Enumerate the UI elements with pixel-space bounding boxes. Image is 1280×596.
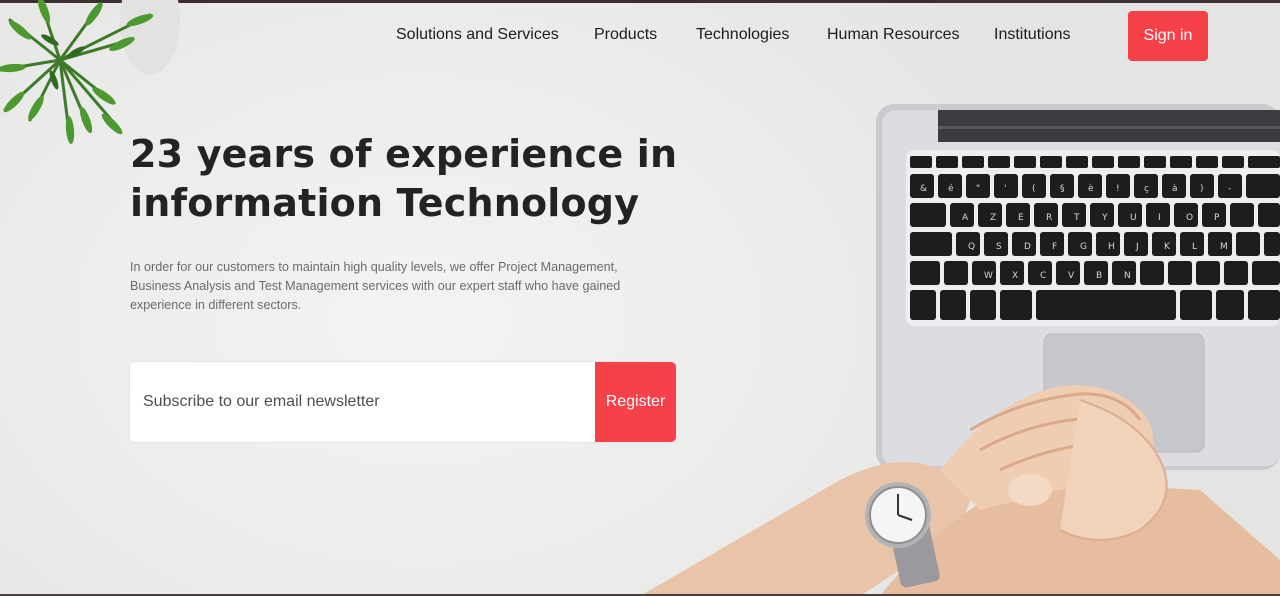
- svg-text:G: G: [1080, 242, 1087, 252]
- svg-text:J: J: [1135, 242, 1139, 252]
- svg-text:M: M: [1220, 242, 1228, 252]
- svg-text:": ": [976, 184, 980, 194]
- svg-text:ç: ç: [1144, 184, 1149, 194]
- svg-text:à: à: [1172, 184, 1178, 194]
- svg-text:!: !: [1116, 184, 1120, 194]
- svg-text:R: R: [1046, 213, 1052, 223]
- sign-in-button[interactable]: Sign in: [1128, 11, 1208, 61]
- svg-text:A: A: [962, 213, 969, 223]
- hands-with-watch-illustration: [640, 385, 1280, 596]
- svg-text:W: W: [984, 271, 993, 281]
- svg-text:(: (: [1032, 184, 1036, 194]
- svg-text:L: L: [1192, 242, 1197, 252]
- svg-text:O: O: [1186, 213, 1193, 223]
- svg-text:H: H: [1108, 242, 1115, 252]
- newsletter-form: Register: [130, 362, 676, 442]
- svg-text:é: é: [948, 183, 954, 194]
- hero-description: In order for our customers to maintain h…: [130, 260, 621, 312]
- svg-text:&: &: [920, 184, 927, 194]
- nav-item-human-resources[interactable]: Human Resources: [827, 26, 960, 44]
- svg-text:F: F: [1052, 242, 1057, 252]
- svg-text:Y: Y: [1101, 213, 1108, 223]
- svg-text:): ): [1200, 184, 1204, 194]
- nav-item-products[interactable]: Products: [594, 26, 657, 44]
- svg-text:T: T: [1073, 213, 1080, 223]
- svg-text:B: B: [1096, 271, 1102, 281]
- svg-text:è: è: [1088, 183, 1094, 194]
- svg-text:Q: Q: [968, 242, 975, 252]
- nav-item-solutions[interactable]: Solutions and Services: [396, 26, 559, 44]
- register-button[interactable]: Register: [595, 362, 676, 442]
- svg-text:V: V: [1068, 271, 1075, 281]
- main-nav: Solutions and Services Products Technolo…: [0, 11, 1280, 61]
- svg-text:Z: Z: [990, 213, 996, 223]
- svg-text:-: -: [1228, 184, 1231, 194]
- svg-text:I: I: [1158, 213, 1161, 223]
- nav-item-technologies[interactable]: Technologies: [696, 26, 789, 44]
- newsletter-email-input[interactable]: [130, 362, 595, 442]
- svg-text:U: U: [1130, 213, 1137, 223]
- nav-item-institutions[interactable]: Institutions: [994, 26, 1070, 44]
- svg-text:': ': [1004, 184, 1006, 194]
- hero-title: 23 years of experience in information Te…: [130, 130, 750, 228]
- hero-title-line1: 23 years of experience in: [130, 132, 678, 176]
- svg-text:N: N: [1124, 271, 1131, 281]
- svg-text:P: P: [1214, 213, 1220, 223]
- svg-text:S: S: [996, 242, 1002, 252]
- svg-text:X: X: [1012, 271, 1018, 281]
- svg-text:D: D: [1024, 242, 1031, 252]
- svg-text:C: C: [1040, 271, 1046, 281]
- hero-section: & é " '(§ è! ç à) - AZE RTY UIO P QSD FGH JK…: [0, 0, 1280, 596]
- svg-text:E: E: [1018, 213, 1024, 223]
- svg-text:§: §: [1060, 184, 1065, 194]
- hero-title-line2: information Technology: [130, 181, 640, 225]
